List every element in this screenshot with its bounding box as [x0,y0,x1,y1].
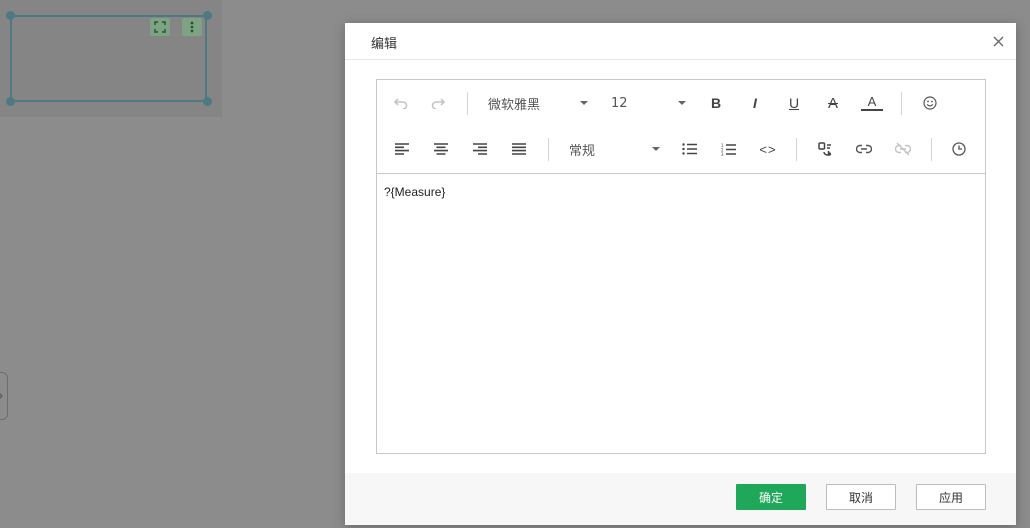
font-family-select[interactable]: 微软雅黑 [488,93,588,113]
toolbar-divider [467,92,468,115]
widget-selection-frame[interactable] [10,15,207,102]
bullet-list-icon[interactable] [679,139,701,159]
edit-dialog: 编辑 微软雅黑 12 B I U A A 常规 1 2 3 <> ?{Measu… [345,23,1016,525]
align-right-icon[interactable] [469,139,491,159]
editor-toolbar: 微软雅黑 12 B I U A A 常规 1 2 3 <> [377,80,985,174]
dialog-footer: 确定 取消 应用 [345,473,1016,525]
toolbar-divider [548,138,549,161]
italic-icon[interactable]: I [744,93,766,113]
toolbar-divider [796,138,797,161]
variable-icon[interactable] [814,139,836,159]
rich-text-editor: 微软雅黑 12 B I U A A 常规 1 2 3 <> ?{Measure} [376,79,986,454]
editor-text: ?{Measure} [384,185,446,199]
canvas-widget-card [0,0,222,117]
justify-icon[interactable] [508,139,530,159]
close-icon[interactable] [990,33,1006,49]
chevron-right-icon [0,393,3,399]
paragraph-style-value: 常规 [569,143,596,159]
chevron-down-icon [678,101,686,105]
resize-handle-bottom-left[interactable] [6,97,15,106]
dialog-header: 编辑 [345,23,1016,60]
numbered-list-icon[interactable]: 123 [718,139,740,159]
link-icon[interactable] [853,139,875,159]
unlink-icon[interactable] [892,139,914,159]
align-center-icon[interactable] [430,139,452,159]
dialog-title: 编辑 [371,37,398,52]
font-size-value: 12 [611,95,628,111]
resize-handle-top-right[interactable] [203,11,212,20]
toolbar-divider [901,92,902,115]
resize-handle-bottom-right[interactable] [203,97,212,106]
cancel-button[interactable]: 取消 [826,484,896,510]
side-panel-toggle[interactable] [0,372,8,420]
clock-icon[interactable] [948,139,970,159]
font-color-icon[interactable]: A [861,93,883,111]
align-left-icon[interactable] [391,139,413,159]
more-options-icon[interactable] [182,18,202,36]
font-size-select[interactable]: 12 [611,93,686,113]
toolbar-divider [931,138,932,161]
paragraph-style-select[interactable]: 常规 [569,139,660,159]
undo-icon[interactable] [390,93,412,113]
emoji-icon[interactable] [919,93,941,113]
strikethrough-icon[interactable]: A [822,93,844,113]
font-family-value: 微软雅黑 [488,97,541,113]
chevron-down-icon [652,147,660,151]
redo-icon[interactable] [427,93,449,113]
expand-icon[interactable] [150,18,170,36]
confirm-button[interactable]: 确定 [736,484,806,510]
resize-handle-top-left[interactable] [6,11,15,20]
underline-icon[interactable]: U [783,93,805,113]
code-icon[interactable]: <> [757,139,779,159]
editor-content-area[interactable]: ?{Measure} [377,175,985,453]
bold-icon[interactable]: B [705,93,727,113]
chevron-down-icon [580,101,588,105]
svg-text:3: 3 [721,152,724,156]
apply-button[interactable]: 应用 [916,484,986,510]
